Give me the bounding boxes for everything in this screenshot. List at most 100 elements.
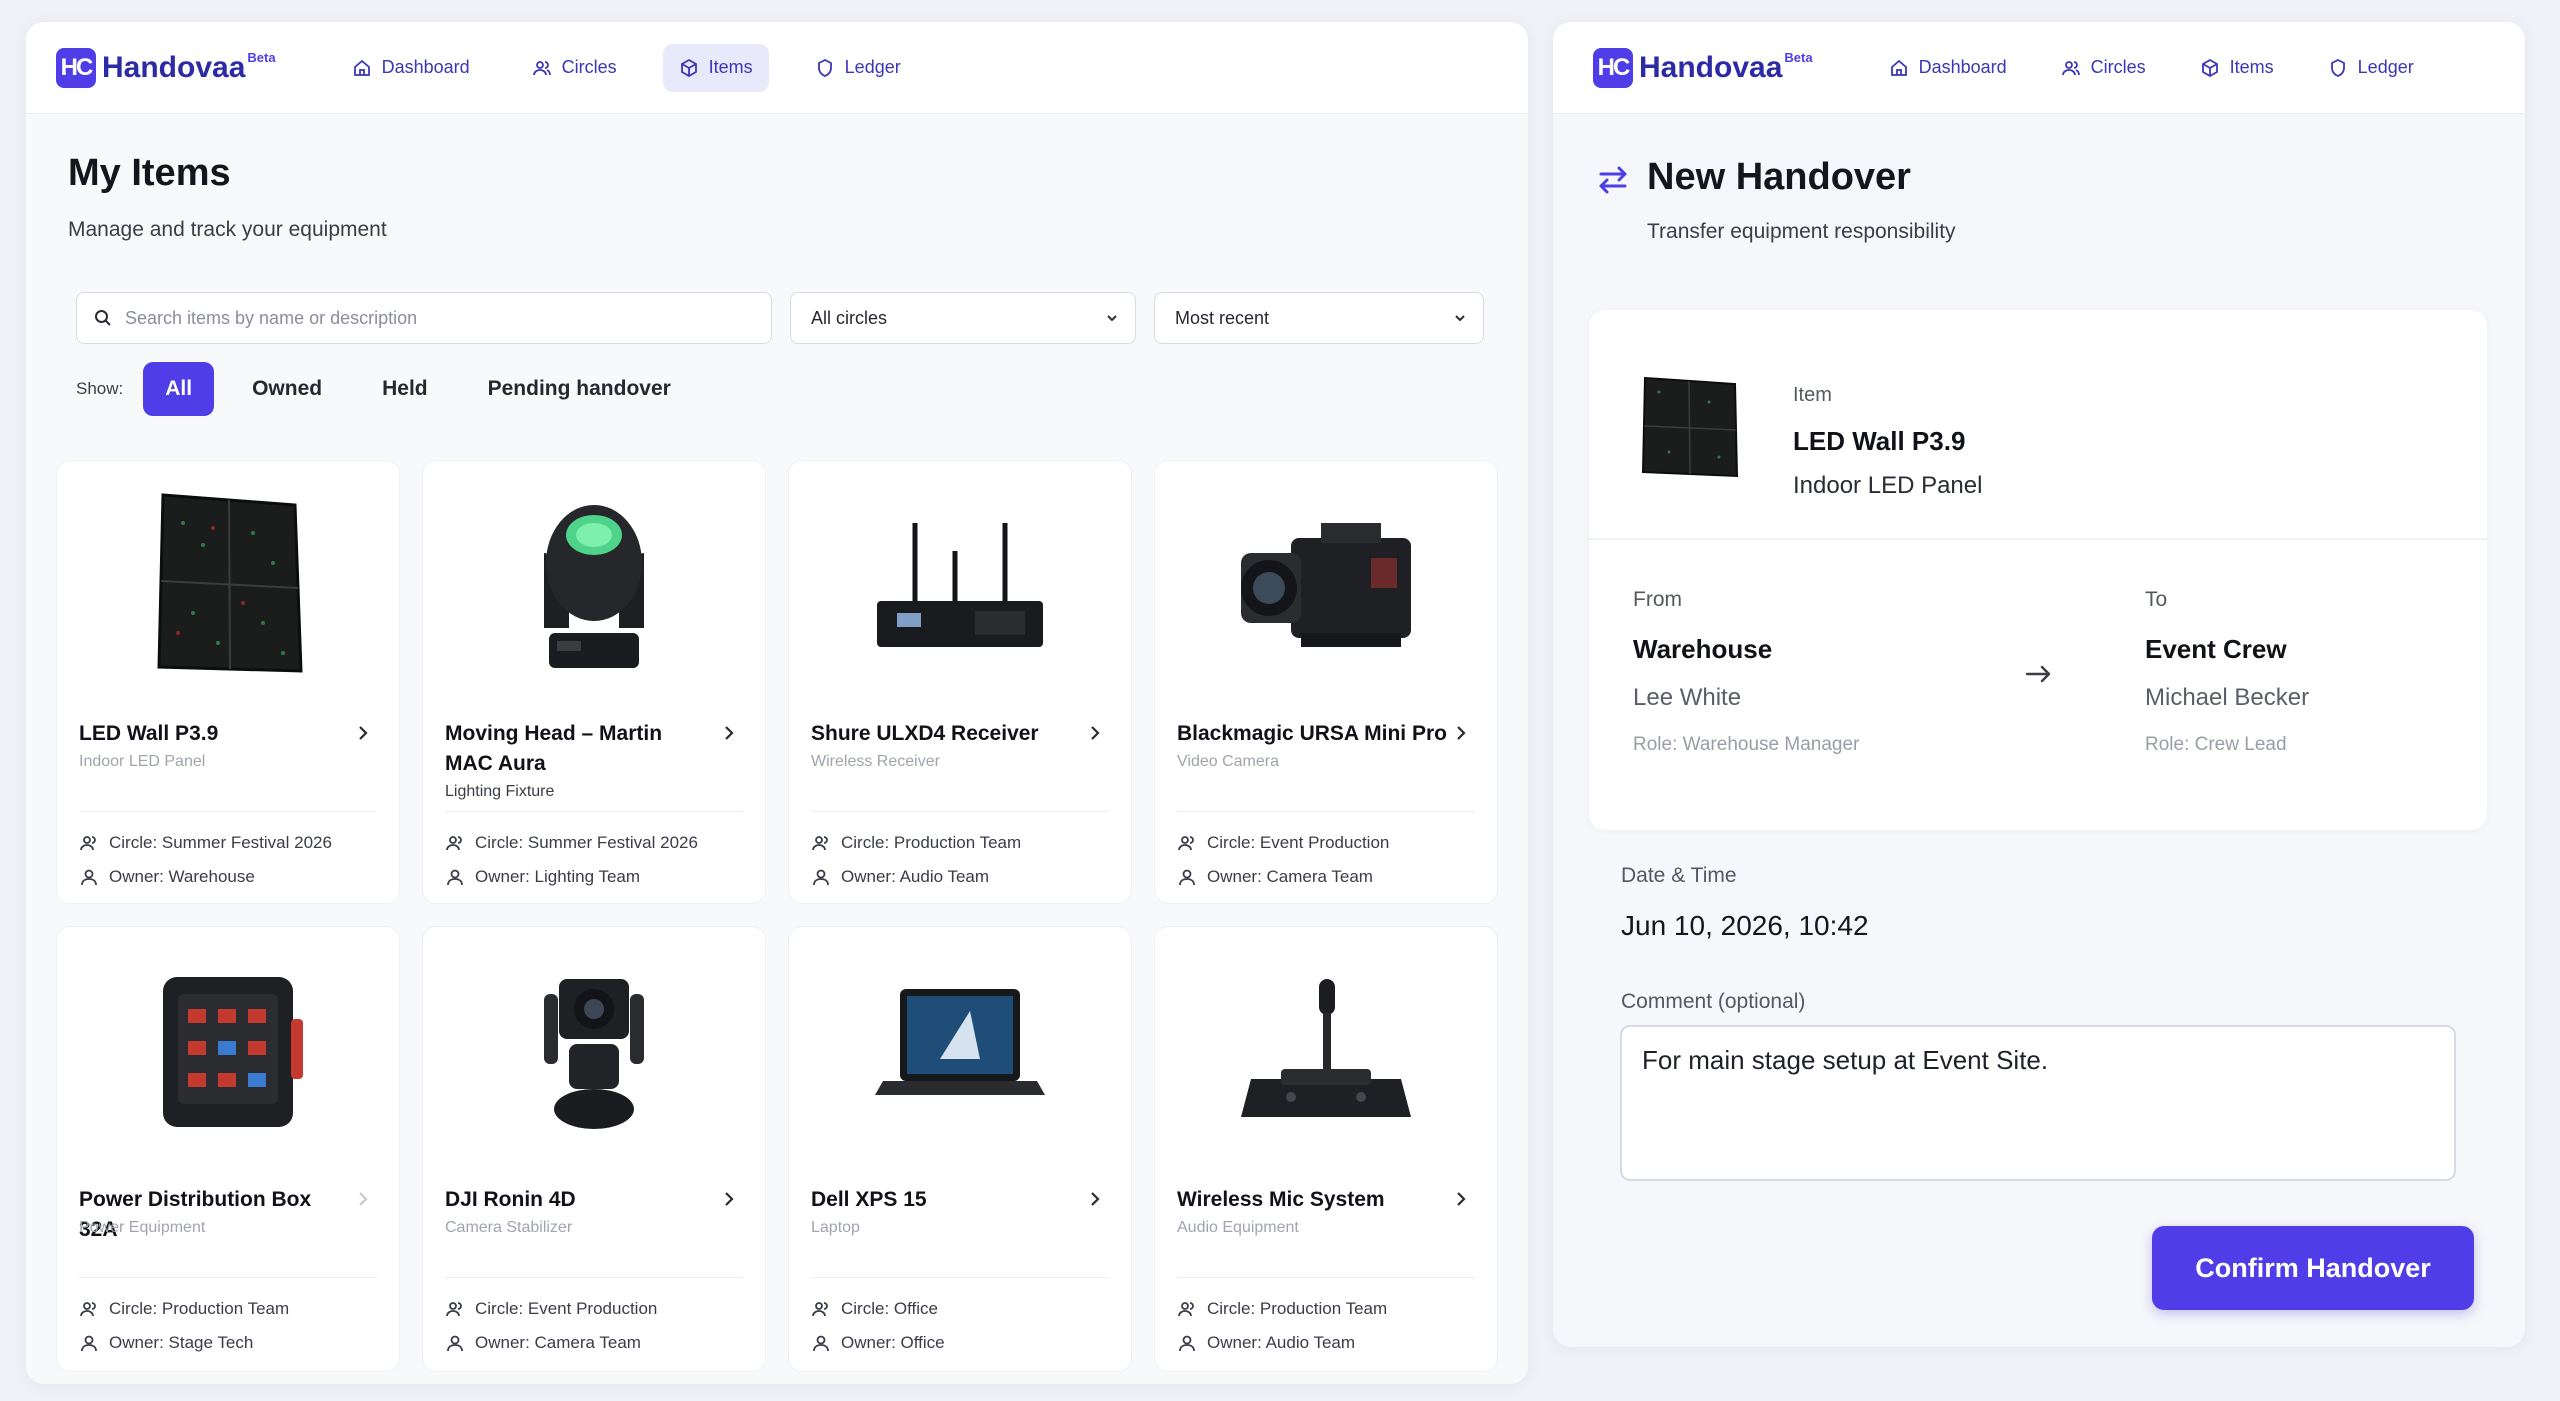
users-icon	[446, 1302, 462, 1317]
chevron-right-icon	[1091, 726, 1100, 740]
items-panel: HC Handovaa Beta Dashboard Circles Items…	[26, 22, 1528, 1384]
nav-circles[interactable]: Circles	[2045, 44, 2162, 92]
chevron-right-icon	[725, 1192, 734, 1206]
item-owner: Owner: Camera Team	[445, 1333, 641, 1353]
item-owner: Owner: Audio Team	[811, 867, 989, 887]
item-circle-text: Circle: Event Production	[475, 1299, 658, 1318]
comment-label: Comment (optional)	[1621, 990, 1806, 1013]
moving-head-icon	[544, 505, 644, 668]
users-icon	[1178, 1302, 1194, 1317]
handover-item-name: LED Wall P3.9	[1793, 426, 1966, 456]
chevron-right-icon	[725, 726, 734, 740]
nav-ledger[interactable]: Ledger	[799, 44, 917, 92]
item-image	[57, 949, 399, 1149]
filter-held[interactable]: Held	[360, 362, 450, 416]
beta-badge: Beta	[247, 50, 276, 65]
user-icon	[81, 1335, 97, 1352]
datetime-value[interactable]: Jun 10, 2026, 10:42	[1621, 910, 1869, 942]
card-divider	[811, 811, 1109, 812]
item-circle: Circle: Production Team	[79, 1299, 289, 1319]
handover-subtitle: Transfer equipment responsibility	[1647, 220, 1956, 243]
to-location: Event Crew	[2145, 634, 2287, 664]
to-role: Role: Crew Lead	[2145, 734, 2287, 755]
item-circle-text: Circle: Summer Festival 2026	[475, 833, 698, 852]
item-owner: Owner: Office	[811, 1333, 945, 1353]
shield-icon	[817, 58, 832, 77]
item-circle: Circle: Event Production	[445, 1299, 657, 1319]
item-owner-text: Owner: Audio Team	[841, 867, 990, 886]
nav-dashboard[interactable]: Dashboard	[336, 44, 486, 92]
item-circle: Circle: Production Team	[1177, 1299, 1387, 1319]
app-logo[interactable]: HC Handovaa Beta	[56, 47, 276, 88]
nav-items[interactable]: Items	[2184, 44, 2290, 92]
item-image	[423, 949, 765, 1149]
nav-circles[interactable]: Circles	[516, 44, 633, 92]
item-circle: Circle: Event Production	[1177, 833, 1389, 853]
mic-system-icon	[1241, 979, 1411, 1117]
handover-item-category: Indoor LED Panel	[1793, 472, 1983, 499]
item-card[interactable]: Shure ULXD4 Receiver Wireless Receiver C…	[788, 460, 1132, 904]
sort-select[interactable]: Most recent	[1154, 292, 1484, 344]
item-name: Shure ULXD4 Receiver	[811, 722, 1039, 745]
circle-filter-select[interactable]: All circles	[790, 292, 1136, 344]
item-circle-text: Circle: Event Production	[1207, 833, 1390, 852]
led-wall-icon	[157, 493, 303, 673]
item-category: Camera Stabilizer	[445, 1219, 573, 1236]
item-card[interactable]: Dell XPS 15 Laptop Circle: Office Owner:…	[788, 926, 1132, 1372]
item-card[interactable]: LED Wall P3.9 Indoor LED Panel Circle: S…	[56, 460, 400, 904]
nav-dashboard[interactable]: Dashboard	[1873, 44, 2023, 92]
users-icon	[812, 1302, 828, 1317]
page-subtitle: Manage and track your equipment	[68, 218, 387, 241]
gimbal-camera-icon	[544, 979, 644, 1129]
from-location: Warehouse	[1633, 634, 1773, 664]
filter-owned[interactable]: Owned	[230, 362, 344, 416]
user-icon	[447, 1335, 463, 1352]
from-role: Role: Warehouse Manager	[1633, 734, 1860, 755]
app-name: Handovaa	[102, 50, 246, 84]
page-title: My Items	[68, 152, 231, 194]
nav-circles-label: Circles	[2090, 57, 2146, 77]
item-name: Blackmagic URSA Mini Pro	[1177, 722, 1447, 745]
item-card[interactable]: Blackmagic URSA Mini Pro Video Camera Ci…	[1154, 460, 1498, 904]
filter-pending-handover[interactable]: Pending handover	[466, 362, 693, 416]
item-card[interactable]: Wireless Mic System Audio Equipment Circ…	[1154, 926, 1498, 1372]
filter-all[interactable]: All	[143, 362, 215, 416]
search-row: Search items by name or description All …	[76, 292, 1484, 344]
from-person: Lee White	[1633, 684, 1742, 711]
top-nav: HC Handovaa Beta Dashboard Circles Items…	[26, 22, 1528, 114]
user-icon	[81, 869, 97, 886]
item-card[interactable]: DJI Ronin 4D Camera Stabilizer Circle: E…	[422, 926, 766, 1372]
home-icon	[1890, 59, 1907, 76]
nav-items[interactable]: Items	[662, 43, 769, 92]
card-divider	[811, 1277, 1109, 1278]
circle-filter-value: All circles	[811, 307, 888, 328]
search-input[interactable]: Search items by name or description	[76, 292, 772, 344]
card-divider	[79, 1277, 377, 1278]
item-name: LED Wall P3.9	[79, 722, 219, 745]
app-logo[interactable]: HC Handovaa Beta	[1593, 47, 1813, 88]
transfer-icon	[1599, 166, 1627, 194]
item-circle: Circle: Office	[811, 1299, 938, 1319]
home-icon	[353, 59, 370, 76]
receiver-icon	[877, 523, 1043, 647]
nav-ledger[interactable]: Ledger	[2312, 44, 2430, 92]
item-category: Lighting Fixture	[445, 783, 555, 800]
card-divider	[445, 1277, 743, 1278]
users-icon	[80, 836, 96, 851]
handover-title: New Handover	[1647, 156, 1911, 198]
confirm-handover-button[interactable]: Confirm Handover	[2152, 1226, 2474, 1310]
user-icon	[1179, 869, 1195, 886]
item-image	[423, 483, 765, 683]
nav-dashboard-label: Dashboard	[1918, 57, 2007, 77]
item-category: Laptop	[811, 1219, 860, 1236]
item-card[interactable]: Moving Head – Martin MAC Aura Lighting F…	[422, 460, 766, 904]
comment-textarea[interactable]: For main stage setup at Event Site.	[1620, 1025, 2456, 1181]
nav-ledger-label: Ledger	[844, 57, 901, 77]
chevron-right-icon	[359, 726, 368, 740]
from-label: From	[1633, 588, 1682, 611]
power-box-icon	[163, 977, 303, 1127]
chevron-right-icon	[1457, 726, 1466, 740]
logo-mark: HC	[1593, 47, 1633, 88]
item-card[interactable]: Power Distribution Box 32A Power Equipme…	[56, 926, 400, 1372]
item-owner-text: Owner: Camera Team	[475, 1333, 641, 1352]
